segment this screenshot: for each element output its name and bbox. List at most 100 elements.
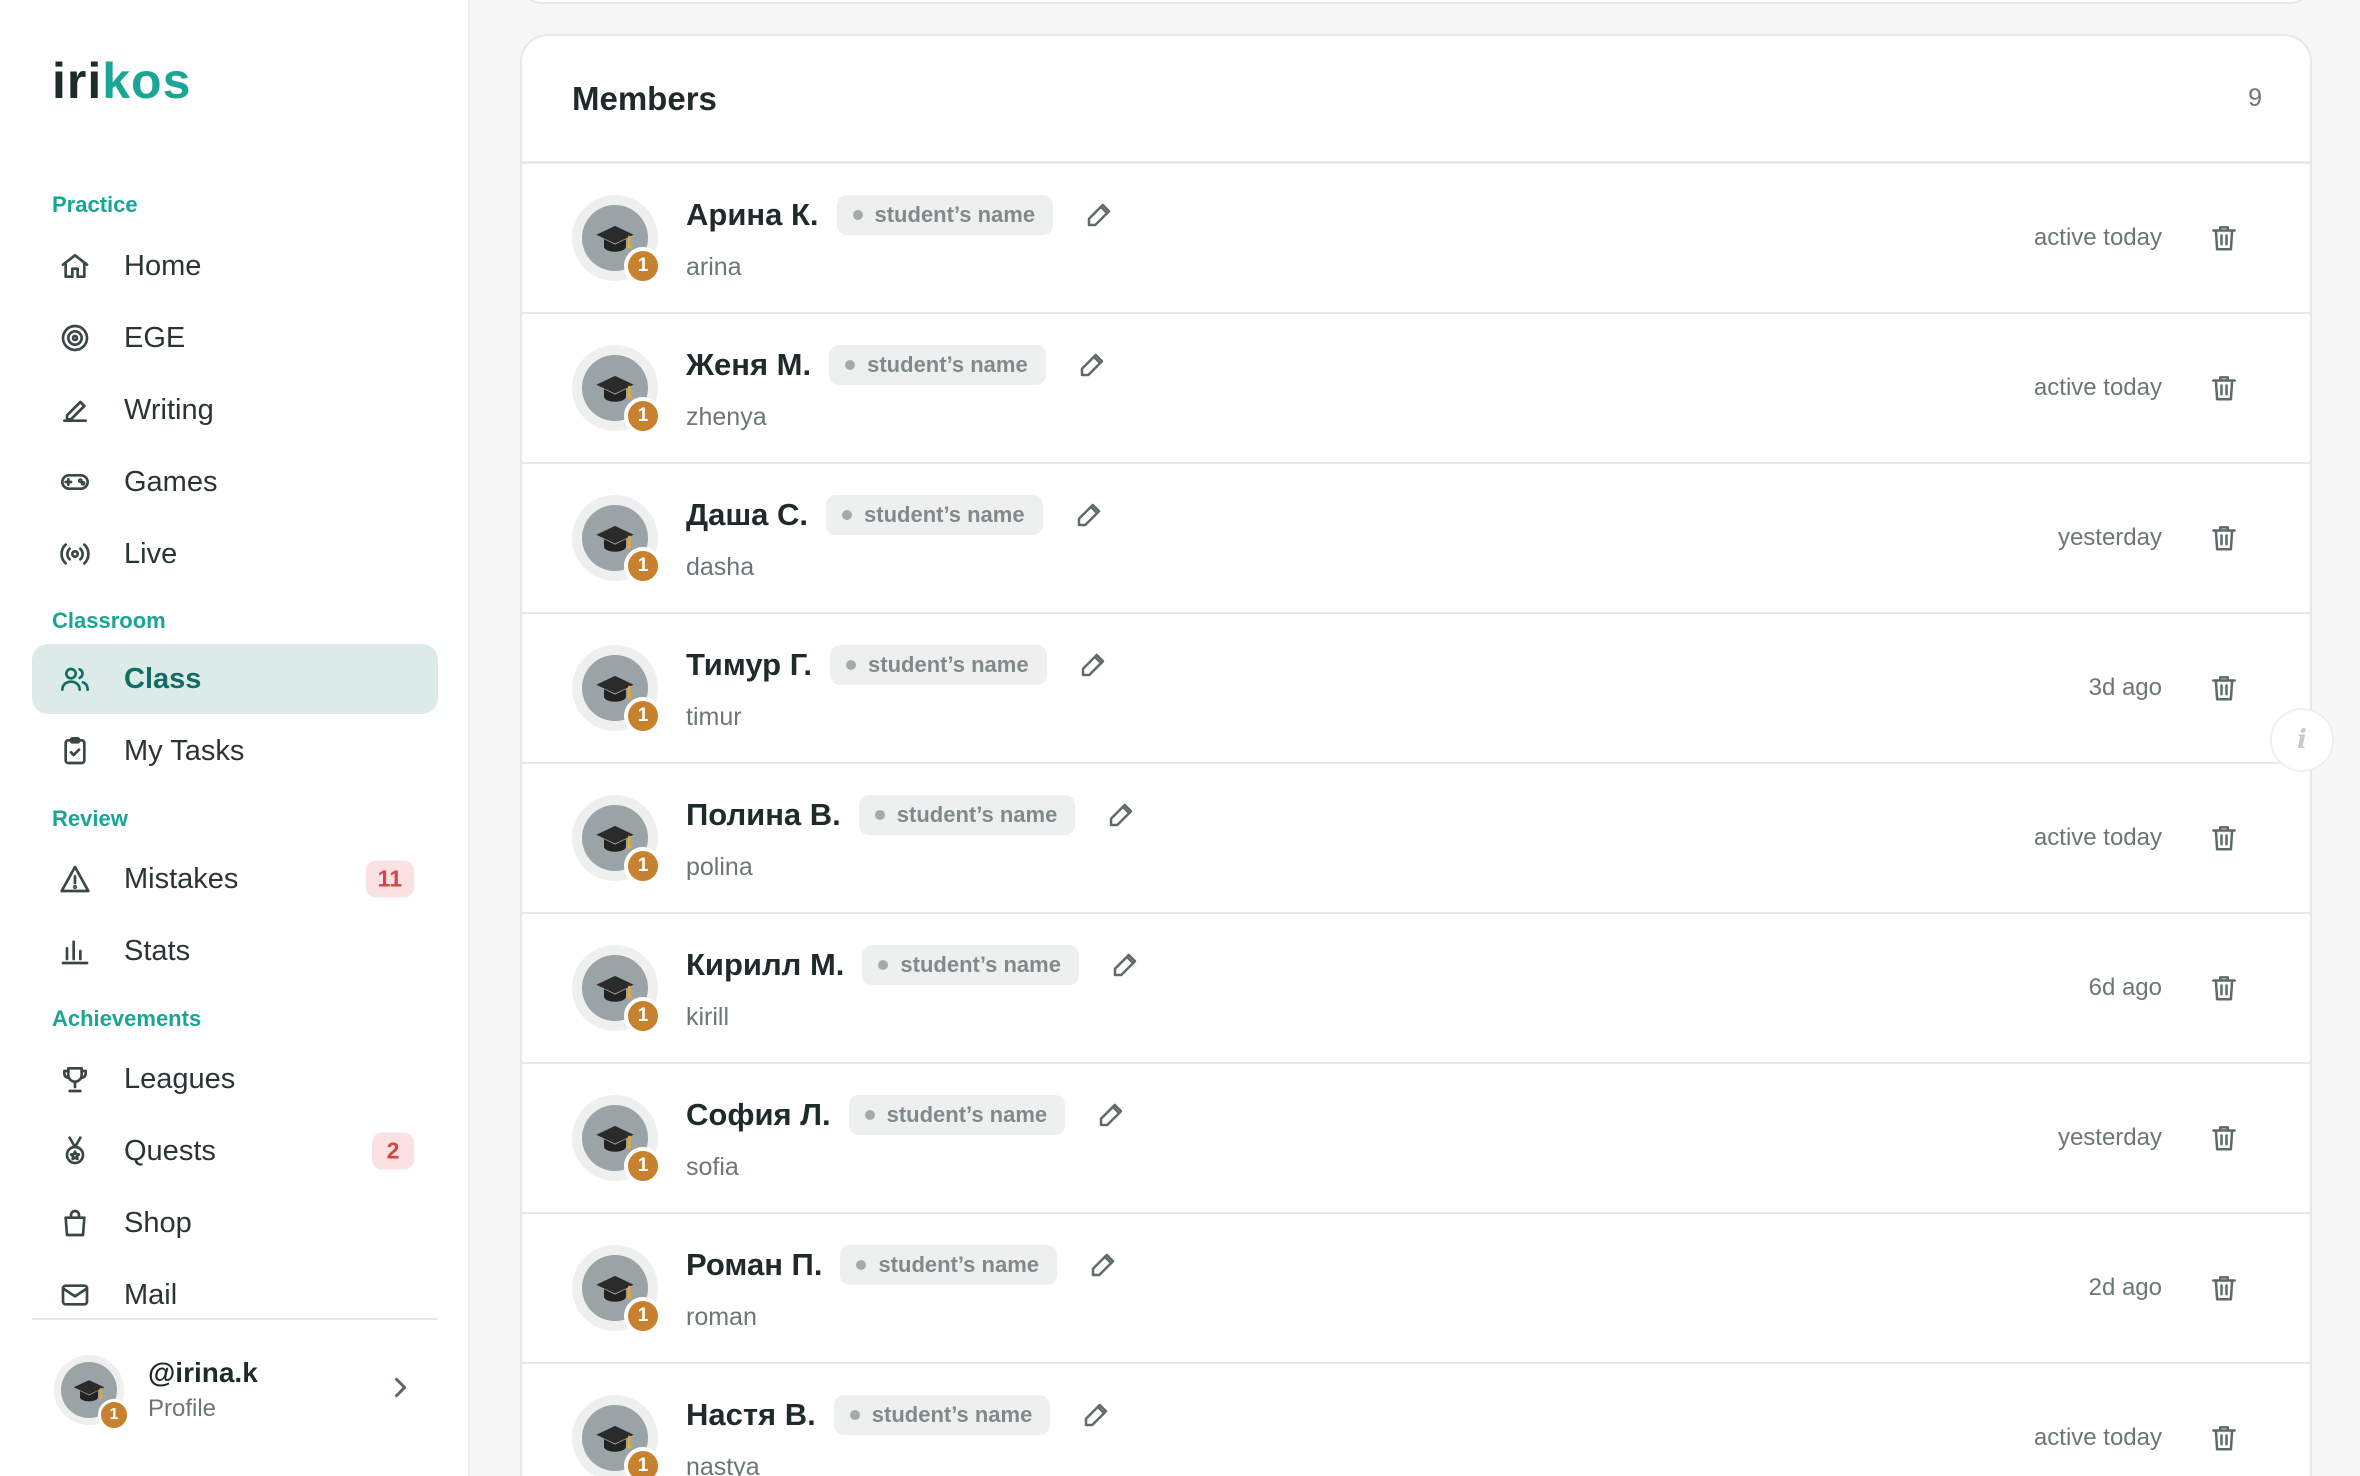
chip-dot: [864, 1109, 875, 1120]
member-row: 1 Кирилл М. student’s name kirill 6d ago: [522, 914, 2310, 1064]
delete-member-button[interactable]: [2204, 968, 2244, 1008]
member-name: Арина К.: [686, 196, 819, 232]
pencil-icon: [1113, 953, 1137, 976]
edit-name-button[interactable]: [1085, 1247, 1121, 1283]
delete-member-button[interactable]: [2204, 368, 2244, 408]
member-activity: active today: [2033, 824, 2162, 851]
member-name: Роман П.: [686, 1246, 823, 1282]
level-badge: 1: [624, 1147, 662, 1185]
sidebar-item-ege[interactable]: EGE: [32, 303, 438, 373]
member-row: 1 Роман П. student’s name roman 2d ago: [522, 1214, 2310, 1364]
pencil-icon: [1091, 1253, 1115, 1276]
member-username: arina: [686, 252, 742, 281]
edit-name-button[interactable]: [1078, 1397, 1114, 1433]
edit-name-button[interactable]: [1093, 1097, 1129, 1133]
edit-name-button[interactable]: [1103, 797, 1139, 833]
avatar: 1: [54, 1355, 130, 1431]
sidebar-item-writing[interactable]: Writing: [32, 375, 438, 445]
sidebar-item-shop[interactable]: Shop: [32, 1188, 438, 1258]
edit-name-button[interactable]: [1075, 647, 1111, 683]
member-activity: yesterday: [2057, 524, 2162, 551]
mail-icon: [58, 1278, 92, 1312]
chip-dot: [846, 659, 857, 670]
sidebar-item-label: Mail: [124, 1278, 178, 1311]
sidebar-item-tasks[interactable]: My Tasks: [32, 716, 438, 786]
sidebar-item-home[interactable]: Home: [32, 231, 438, 301]
member-name: Даша С.: [686, 496, 809, 532]
pen-icon: [58, 393, 92, 427]
member-username: timur: [686, 702, 742, 731]
delete-member-button[interactable]: [2204, 1418, 2244, 1458]
trash-icon: [2212, 376, 2236, 401]
student-name-chip: student’s name: [829, 344, 1046, 385]
edit-name-button[interactable]: [1081, 197, 1117, 233]
chip-label: student’s name: [896, 801, 1058, 827]
pencil-icon: [1099, 1103, 1123, 1126]
logo-text-1: iri: [52, 53, 103, 109]
sidebar-item-label: Leagues: [124, 1062, 236, 1095]
student-name-chip: student’s name: [826, 494, 1043, 535]
member-username: roman: [686, 1302, 757, 1331]
bar-chart-icon: [58, 934, 92, 968]
clipboard-check-icon: [58, 734, 92, 768]
sidebar-item-live[interactable]: Live: [32, 519, 438, 589]
chip-label: student’s name: [868, 651, 1029, 677]
student-name-chip: student’s name: [840, 1244, 1057, 1285]
chip-label: student’s name: [874, 201, 1036, 227]
sidebar-item-stats[interactable]: Stats: [32, 916, 438, 986]
avatar: 1: [572, 495, 662, 585]
trash-icon: [2212, 1126, 2236, 1151]
member-activity: 2d ago: [2088, 1274, 2162, 1301]
medal-icon: [58, 1134, 92, 1168]
student-name-chip: student’s name: [836, 194, 1054, 235]
sidebar-item-games[interactable]: Games: [32, 447, 438, 517]
sidebar-item-label: Mistakes: [124, 862, 239, 895]
delete-member-button[interactable]: [2204, 518, 2244, 558]
sidebar-item-class[interactable]: Class: [32, 644, 438, 714]
sidebar-item-quests[interactable]: Quests 2: [32, 1116, 438, 1186]
member-username: sofia: [686, 1152, 739, 1181]
delete-member-button[interactable]: [2204, 218, 2244, 258]
delete-member-button[interactable]: [2204, 1268, 2244, 1308]
sidebar-item-leagues[interactable]: Leagues: [32, 1044, 438, 1114]
delete-member-button[interactable]: [2204, 1118, 2244, 1158]
profile-link[interactable]: 1 @irina.k Profile: [32, 1340, 438, 1440]
chip-label: student’s name: [867, 351, 1028, 377]
avatar: 1: [572, 945, 662, 1035]
member-activity: yesterday: [2057, 1124, 2162, 1151]
trash-icon: [2212, 976, 2236, 1001]
members-title: Members: [572, 79, 717, 117]
trash-icon: [2212, 1426, 2236, 1451]
section-label-classroom: Classroom: [52, 608, 166, 633]
edit-name-button[interactable]: [1107, 947, 1143, 983]
pencil-icon: [1085, 1403, 1108, 1426]
gamepad-icon: [58, 465, 92, 499]
users-icon: [58, 662, 92, 696]
chip-dot: [852, 209, 863, 220]
avatar: 1: [572, 645, 662, 735]
level-badge: 1: [624, 397, 662, 435]
delete-member-button[interactable]: [2204, 668, 2244, 708]
chip-label: student’s name: [886, 1101, 1048, 1127]
member-username: nastya: [686, 1452, 760, 1476]
edit-name-button[interactable]: [1074, 347, 1110, 383]
edit-name-button[interactable]: [1071, 497, 1107, 533]
pencil-icon: [1077, 503, 1100, 526]
sidebar-item-label: Shop: [124, 1206, 192, 1239]
app-logo[interactable]: irikos: [52, 52, 191, 110]
info-icon[interactable]: i: [2270, 708, 2334, 772]
shopping-bag-icon: [58, 1206, 92, 1240]
level-badge: 1: [624, 547, 662, 585]
sidebar-item-mistakes[interactable]: Mistakes 11: [32, 844, 438, 914]
sidebar: irikos Practice Home EGE Writing Games L…: [0, 0, 470, 1476]
level-badge: 1: [624, 247, 662, 285]
chip-dot: [878, 959, 889, 970]
sidebar-item-label: Live: [124, 537, 178, 570]
delete-member-button[interactable]: [2204, 818, 2244, 858]
chip-dot: [874, 809, 885, 820]
chip-label: student’s name: [871, 1401, 1033, 1427]
trash-icon: [2212, 1276, 2236, 1301]
student-name-chip: student’s name: [848, 1094, 1066, 1135]
level-badge: 1: [624, 697, 662, 735]
trash-icon: [2212, 226, 2236, 251]
